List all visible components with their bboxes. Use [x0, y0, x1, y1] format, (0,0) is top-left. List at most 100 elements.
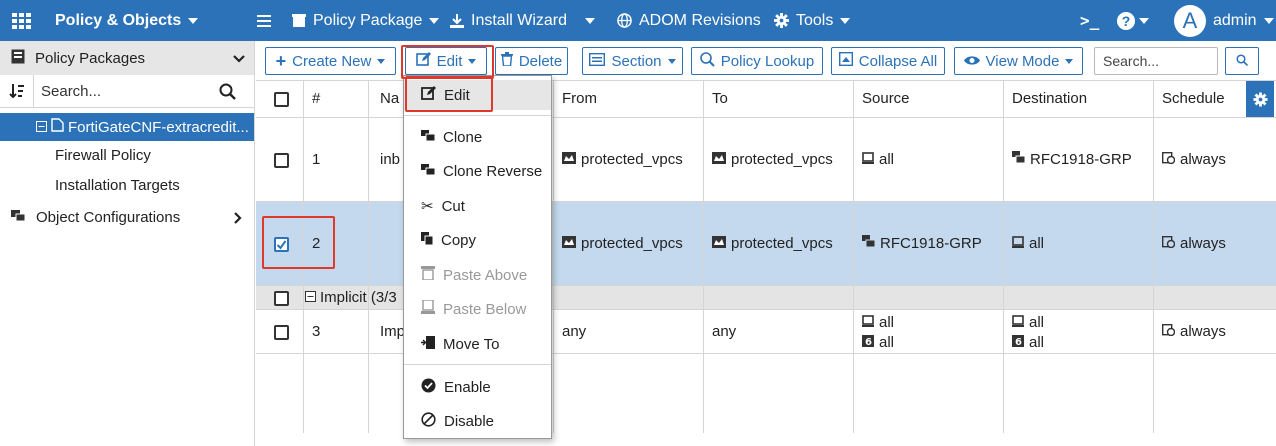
implicit-section-header[interactable]: Implicit (3/3	[305, 289, 397, 306]
search-icon[interactable]	[219, 83, 236, 104]
chevron-down-icon	[1263, 17, 1274, 24]
row-source[interactable]: all	[862, 151, 894, 168]
menu-item-clone-reverse[interactable]: Clone Reverse	[404, 156, 551, 186]
zone-icon	[562, 151, 576, 168]
cli-console-icon[interactable]: >_	[1080, 0, 1099, 41]
module-switcher[interactable]: Policy & Objects	[55, 0, 199, 41]
section-icon	[589, 52, 606, 70]
row-schedule[interactable]: always	[1161, 235, 1226, 252]
module-label: Policy & Objects	[55, 11, 182, 29]
hamburger-menu-icon[interactable]	[257, 0, 271, 41]
row-destination-ipv6[interactable]: 6 all	[1012, 334, 1044, 351]
create-new-label: Create New	[292, 52, 372, 70]
row-from[interactable]: protected_vpcs	[562, 235, 683, 252]
row-from[interactable]: any	[562, 323, 586, 340]
chevron-down-icon	[233, 51, 245, 68]
row-to[interactable]: any	[712, 323, 736, 340]
menu-item-move-to[interactable]: Move To	[404, 329, 551, 359]
menu-item-copy[interactable]: Copy	[404, 225, 551, 255]
row-from[interactable]: protected_vpcs	[562, 151, 683, 168]
policy-search-input[interactable]: Search...	[1094, 47, 1218, 75]
collapse-all-button[interactable]: Collapse All	[831, 47, 945, 75]
copy-icon	[421, 231, 434, 249]
menu-item-disable[interactable]: Disable	[404, 406, 551, 436]
column-header-source[interactable]: Source	[862, 90, 910, 107]
trash-icon	[500, 52, 513, 70]
chevron-down-icon	[468, 58, 477, 64]
implicit-section-checkbox[interactable]	[274, 291, 289, 306]
section-button[interactable]: Section	[582, 47, 683, 75]
row-source[interactable]: all	[862, 314, 894, 331]
column-header-name[interactable]: Na	[380, 90, 399, 107]
delete-label: Delete	[518, 52, 563, 70]
collapse-icon[interactable]	[36, 119, 47, 136]
tools-menu[interactable]: Tools	[774, 0, 851, 41]
chevron-right-icon	[234, 211, 242, 228]
sidebar-item-selected-package[interactable]: FortiGateCNF-extracredit...	[0, 113, 254, 141]
package-search-input[interactable]: Search...	[34, 83, 101, 100]
row-checkbox[interactable]	[274, 325, 289, 340]
row-schedule[interactable]: always	[1161, 151, 1226, 168]
collapse-icon[interactable]	[305, 289, 316, 306]
policy-lookup-label: Policy Lookup	[720, 52, 815, 70]
column-settings-gear-icon[interactable]	[1246, 81, 1274, 117]
column-header-to[interactable]: To	[712, 90, 728, 107]
adom-revisions-button[interactable]: ADOM Revisions	[617, 0, 761, 41]
address-group-icon	[1012, 151, 1026, 168]
row-destination[interactable]: all	[1012, 314, 1044, 331]
sort-icon[interactable]	[0, 74, 34, 108]
policy-package-label: Policy Package	[313, 11, 423, 29]
username: admin	[1213, 11, 1257, 29]
chevron-down-icon	[377, 58, 386, 64]
row-checkbox[interactable]	[274, 153, 289, 168]
user-menu[interactable]: A admin	[1174, 0, 1274, 41]
view-mode-button[interactable]: View Mode	[954, 47, 1083, 75]
create-new-button[interactable]: + Create New	[265, 47, 396, 75]
search-icon	[1236, 53, 1249, 70]
column-header-destination[interactable]: Destination	[1012, 90, 1087, 107]
row-destination[interactable]: all	[1012, 235, 1044, 252]
sidebar-item-firewall-policy[interactable]: Firewall Policy	[55, 147, 151, 164]
help-menu[interactable]: ?	[1117, 0, 1149, 41]
enable-icon	[421, 378, 436, 397]
policy-lookup-button[interactable]: Policy Lookup	[691, 47, 823, 75]
menu-item-cut[interactable]: ✂ Cut	[404, 191, 551, 221]
zone-icon	[712, 235, 726, 252]
chevron-down-icon	[1065, 58, 1074, 64]
column-header-schedule[interactable]: Schedule	[1162, 90, 1225, 107]
edit-button[interactable]: Edit	[405, 47, 487, 75]
search-button[interactable]	[1225, 47, 1259, 75]
policy-package-menu[interactable]: Policy Package	[292, 0, 440, 41]
menu-item-paste-above[interactable]: Paste Above	[404, 260, 551, 290]
policy-packages-header[interactable]: Policy Packages	[0, 41, 254, 75]
paste-above-icon	[421, 266, 435, 284]
chevron-down-icon	[840, 17, 851, 24]
avatar: A	[1174, 4, 1206, 37]
install-dropdown[interactable]	[585, 0, 595, 41]
sidebar-item-installation-targets[interactable]: Installation Targets	[55, 177, 180, 194]
row-schedule[interactable]: always	[1161, 323, 1226, 340]
row-to[interactable]: protected_vpcs	[712, 235, 833, 252]
clone-reverse-icon	[421, 163, 436, 180]
collapse-all-icon	[838, 51, 853, 70]
column-header-seq[interactable]: #	[312, 90, 320, 107]
install-icon	[450, 13, 464, 28]
sidebar-item-object-configurations[interactable]: Object Configurations	[0, 204, 254, 230]
menu-item-clone[interactable]: Clone	[404, 122, 551, 152]
install-wizard-button[interactable]: Install Wizard	[450, 0, 567, 41]
column-header-from[interactable]: From	[562, 90, 597, 107]
help-icon: ?	[1117, 11, 1135, 30]
row-destination[interactable]: RFC1918-GRP	[1012, 151, 1132, 168]
edit-dropdown-menu: Edit Clone Clone Reverse ✂ Cut Copy Past…	[403, 75, 552, 439]
row-source[interactable]: RFC1918-GRP	[862, 235, 982, 252]
menu-item-edit[interactable]: Edit	[404, 80, 551, 110]
row-to[interactable]: protected_vpcs	[712, 151, 833, 168]
app-grid-icon[interactable]	[12, 0, 32, 41]
menu-item-paste-below[interactable]: Paste Below	[404, 294, 551, 324]
policy-package-icon	[51, 118, 64, 136]
menu-item-enable[interactable]: Enable	[404, 372, 551, 402]
row-source-ipv6[interactable]: 6 all	[862, 334, 894, 351]
delete-button[interactable]: Delete	[495, 47, 568, 75]
row-checkbox-checked[interactable]	[274, 237, 289, 252]
select-all-checkbox[interactable]	[274, 92, 289, 107]
